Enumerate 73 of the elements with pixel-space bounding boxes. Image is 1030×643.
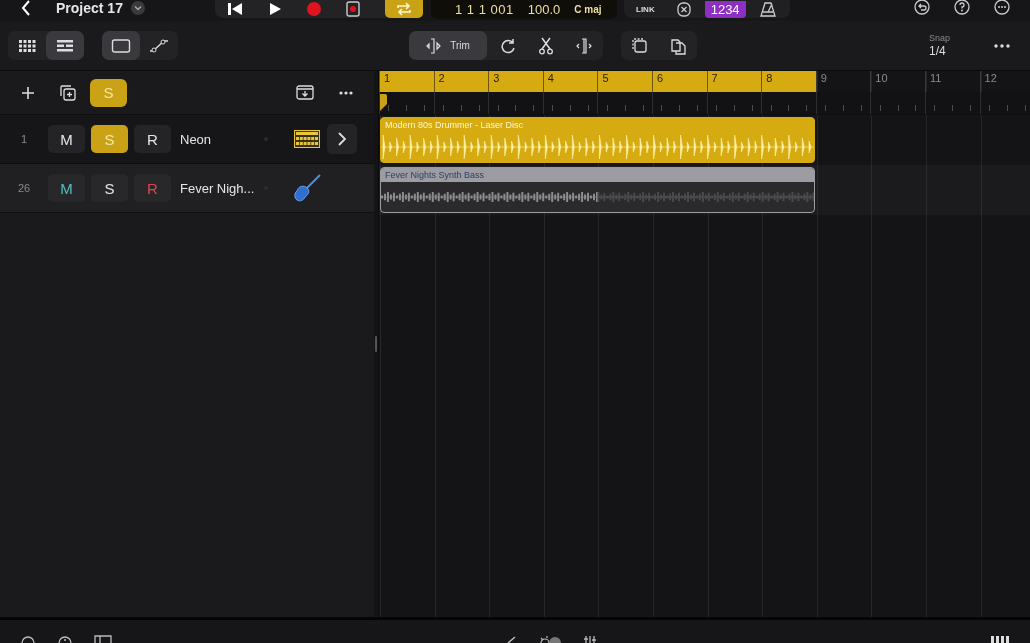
rewind-icon[interactable] — [227, 2, 243, 16]
copy-icon — [630, 36, 649, 55]
more-icon[interactable] — [994, 0, 1010, 15]
duplicate-track-icon[interactable] — [59, 84, 76, 101]
record-enable-button[interactable]: R — [134, 125, 171, 153]
scissors-icon — [538, 36, 553, 55]
record-icon[interactable] — [307, 2, 321, 16]
position-readout: 1 1 1 001 — [455, 2, 514, 17]
track-header[interactable]: 26 M S R Fever Nigh... — [0, 164, 374, 213]
track-number: 1 — [19, 133, 29, 145]
expand-button[interactable] — [327, 124, 357, 154]
bar-number[interactable]: 6 — [651, 71, 707, 92]
region-name: Fever Nights Synth Bass — [381, 168, 814, 182]
capture-record-icon[interactable] — [346, 1, 360, 17]
key-readout: C maj — [574, 4, 602, 15]
project-title[interactable]: Project 17 — [56, 0, 123, 16]
tempo-readout: 100.0 — [527, 2, 561, 17]
track-header[interactable]: 1 M S R Neon — [0, 115, 374, 164]
rectangle-icon — [111, 37, 131, 54]
toggle-icon[interactable] — [538, 635, 562, 643]
grid-icon — [18, 38, 36, 53]
more-icon[interactable] — [339, 90, 353, 95]
browser-icon[interactable] — [94, 635, 112, 643]
tracks-view-button[interactable] — [46, 31, 84, 60]
bar-number[interactable]: 7 — [706, 71, 762, 92]
playhead-icon[interactable] — [380, 94, 387, 112]
bar-number[interactable]: 4 — [542, 71, 598, 92]
snap-control[interactable]: Snap 1/4 — [928, 33, 950, 58]
snap-value: 1/4 — [928, 44, 947, 58]
count-in-button[interactable]: 1234 — [704, 0, 746, 18]
snap-label: Snap — [928, 33, 950, 43]
track-name: Fever Nigh... — [180, 180, 256, 196]
piano-keys-icon[interactable] — [990, 635, 1010, 643]
more-icon[interactable] — [994, 43, 1010, 48]
lcd-display[interactable]: 1 1 1 001 100.0 C maj — [431, 0, 617, 19]
trim-tool-button[interactable]: Trim — [408, 31, 487, 60]
bar-number[interactable]: 3 — [488, 71, 543, 92]
region-view-button[interactable] — [102, 31, 140, 60]
mute-button[interactable]: M — [48, 125, 85, 153]
cycle-button[interactable] — [385, 0, 423, 18]
region-name: Modern 80s Drummer - Laser Disc — [384, 119, 525, 132]
link-button[interactable]: LINK — [636, 4, 655, 14]
pencil-icon[interactable] — [506, 635, 516, 643]
loop-icon — [499, 37, 516, 54]
back-icon[interactable] — [20, 0, 32, 16]
region[interactable]: Fever Nights Synth Bass — [380, 167, 815, 213]
add-track-icon[interactable] — [21, 85, 35, 100]
chevron-right-icon — [337, 132, 347, 146]
track-number: 26 — [16, 182, 32, 194]
dropdown-chevron-icon[interactable] — [130, 1, 145, 15]
undo-icon[interactable] — [914, 0, 930, 15]
track-name: Neon — [180, 131, 213, 147]
list-icon — [56, 38, 74, 53]
curve-icon — [149, 37, 169, 54]
cycle-icon — [395, 2, 413, 16]
solo-button[interactable]: S — [91, 174, 128, 202]
split-icon — [575, 37, 592, 54]
bar-number[interactable]: 2 — [433, 71, 489, 92]
bar-number[interactable]: 1 — [379, 71, 434, 92]
bar-number[interactable]: 5 — [597, 71, 652, 92]
import-icon[interactable] — [296, 85, 314, 100]
resize-handle[interactable] — [375, 336, 377, 352]
play-icon[interactable] — [268, 2, 282, 16]
mixer-icon[interactable] — [584, 635, 596, 643]
help-icon[interactable] — [954, 0, 970, 15]
bar-number[interactable]: 8 — [761, 71, 816, 92]
metronome-icon[interactable] — [759, 1, 776, 17]
bass-guitar-icon — [292, 173, 322, 203]
paste-icon — [669, 36, 686, 55]
record-enable-button[interactable]: R — [134, 174, 171, 202]
info-icon[interactable] — [58, 635, 72, 643]
mute-button[interactable]: M — [48, 174, 85, 202]
drum-machine-icon — [294, 130, 320, 148]
